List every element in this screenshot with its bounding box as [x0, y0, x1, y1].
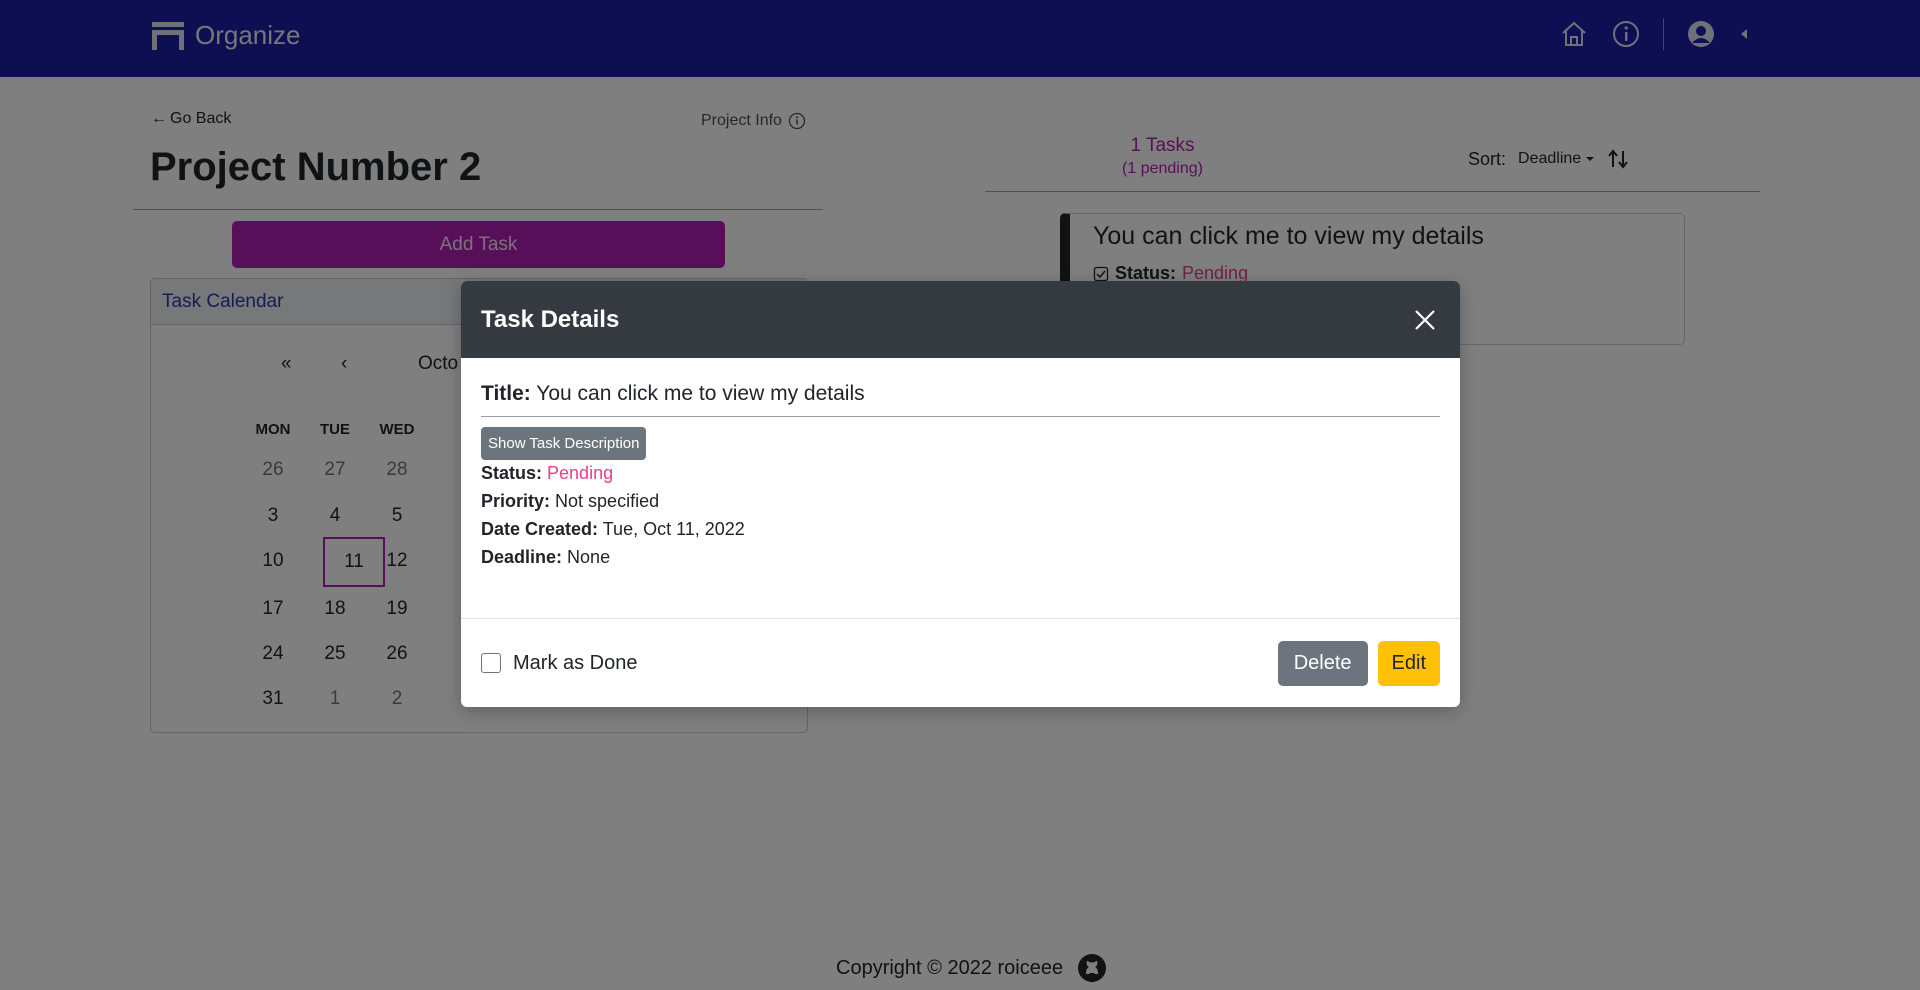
priority-value: Not specified: [555, 491, 660, 511]
status-row: Status: Pending: [481, 463, 1440, 484]
edit-button[interactable]: Edit: [1377, 640, 1440, 686]
deadline-value: None: [567, 547, 611, 567]
date-created-label: Date Created:: [481, 519, 599, 539]
deadline-row: Deadline: None: [481, 547, 1440, 568]
priority-row: Priority: Not specified: [481, 491, 1440, 512]
date-created-row: Date Created: Tue, Oct 11, 2022: [481, 519, 1440, 540]
mark-done-checkbox[interactable]: [481, 653, 501, 673]
task-title-value: You can click me to view my details: [536, 382, 865, 405]
show-description-button[interactable]: Show Task Description: [481, 427, 647, 460]
task-details-modal: Task Details Title: You can click me to …: [461, 281, 1460, 707]
mark-as-done[interactable]: Mark as Done: [481, 652, 638, 675]
status-value: Pending: [547, 463, 614, 483]
modal-header: Task Details: [461, 281, 1460, 358]
close-button[interactable]: [1410, 305, 1440, 335]
modal-footer: Mark as Done Delete Edit: [461, 618, 1460, 707]
date-created-value: Tue, Oct 11, 2022: [602, 519, 745, 539]
task-title-label: Title:: [481, 382, 531, 405]
modal-title: Task Details: [481, 305, 620, 333]
mark-done-label: Mark as Done: [513, 651, 638, 674]
delete-button[interactable]: Delete: [1277, 640, 1368, 686]
priority-label: Priority:: [481, 491, 551, 511]
close-icon: [1415, 309, 1435, 330]
status-label: Status:: [481, 463, 543, 483]
modal-body: Title: You can click me to view my detai…: [461, 358, 1460, 568]
task-title-row: Title: You can click me to view my detai…: [481, 382, 1440, 417]
deadline-label: Deadline:: [481, 547, 563, 567]
